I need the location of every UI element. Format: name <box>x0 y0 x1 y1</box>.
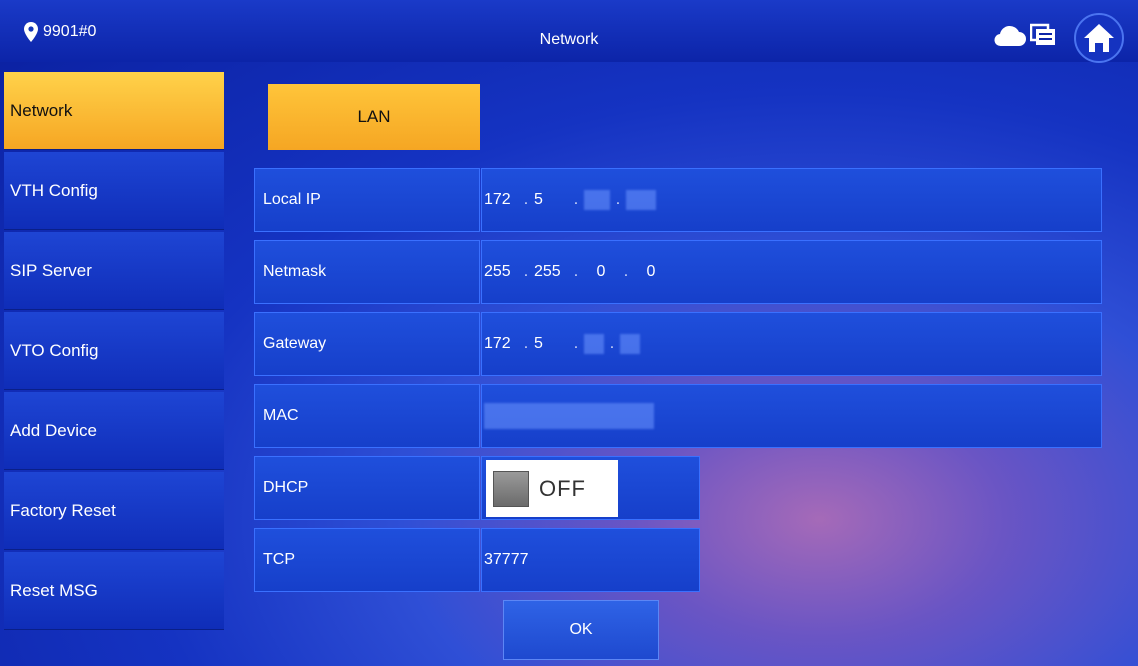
sidebar-item-factory-reset[interactable]: Factory Reset <box>4 472 224 550</box>
local-ip-label: Local IP <box>254 168 480 232</box>
sidebar-item-vto-config[interactable]: VTO Config <box>4 312 224 390</box>
ip-octet[interactable]: 255 <box>534 263 568 281</box>
redacted-octet[interactable] <box>584 190 610 210</box>
netmask-octets: 255. 255. 0. 0 <box>484 263 668 281</box>
top-bar: 9901#0 Network <box>0 0 1138 64</box>
screen-icon[interactable] <box>1030 22 1056 48</box>
tcp-label: TCP <box>254 528 480 592</box>
gateway-field[interactable]: 172. 5. . <box>481 312 1102 376</box>
redacted-mac <box>484 403 654 429</box>
tab-lan[interactable]: LAN <box>268 84 480 150</box>
gateway-label: Gateway <box>254 312 480 376</box>
dhcp-toggle[interactable]: OFF <box>486 460 618 517</box>
ip-octet[interactable]: 172 <box>484 191 518 209</box>
tcp-value: 37777 <box>484 551 529 568</box>
tcp-field[interactable]: 37777 <box>481 528 700 592</box>
dhcp-state: OFF <box>539 475 586 501</box>
redacted-octet[interactable] <box>620 334 640 354</box>
ip-octet[interactable]: 0 <box>584 263 618 281</box>
ip-octet[interactable]: 5 <box>534 191 568 209</box>
local-ip-field[interactable]: 172. 5. . <box>481 168 1102 232</box>
ok-button[interactable]: OK <box>503 600 659 660</box>
redacted-octet[interactable] <box>584 334 604 354</box>
sidebar-item-add-device[interactable]: Add Device <box>4 392 224 470</box>
local-ip-octets: 172. 5. . <box>484 190 656 210</box>
sidebar-item-sip-server[interactable]: SIP Server <box>4 232 224 310</box>
mac-field <box>481 384 1102 448</box>
dhcp-label: DHCP <box>254 456 480 520</box>
sidebar-item-vth-config[interactable]: VTH Config <box>4 152 224 230</box>
home-icon[interactable] <box>1073 12 1125 64</box>
mac-label: MAC <box>254 384 480 448</box>
ip-octet[interactable]: 172 <box>484 335 518 353</box>
netmask-label: Netmask <box>254 240 480 304</box>
toggle-knob[interactable] <box>493 470 529 507</box>
netmask-field[interactable]: 255. 255. 0. 0 <box>481 240 1102 304</box>
ip-octet[interactable]: 0 <box>634 263 668 281</box>
ip-octet[interactable]: 255 <box>484 263 518 281</box>
sidebar-item-reset-msg[interactable]: Reset MSG <box>4 552 224 630</box>
redacted-octet[interactable] <box>626 190 656 210</box>
gateway-octets: 172. 5. . <box>484 334 640 354</box>
cloud-icon[interactable] <box>992 24 1026 48</box>
sidebar-item-network[interactable]: Network <box>4 72 224 150</box>
ip-octet[interactable]: 5 <box>534 335 568 353</box>
page-title: Network <box>539 31 599 48</box>
